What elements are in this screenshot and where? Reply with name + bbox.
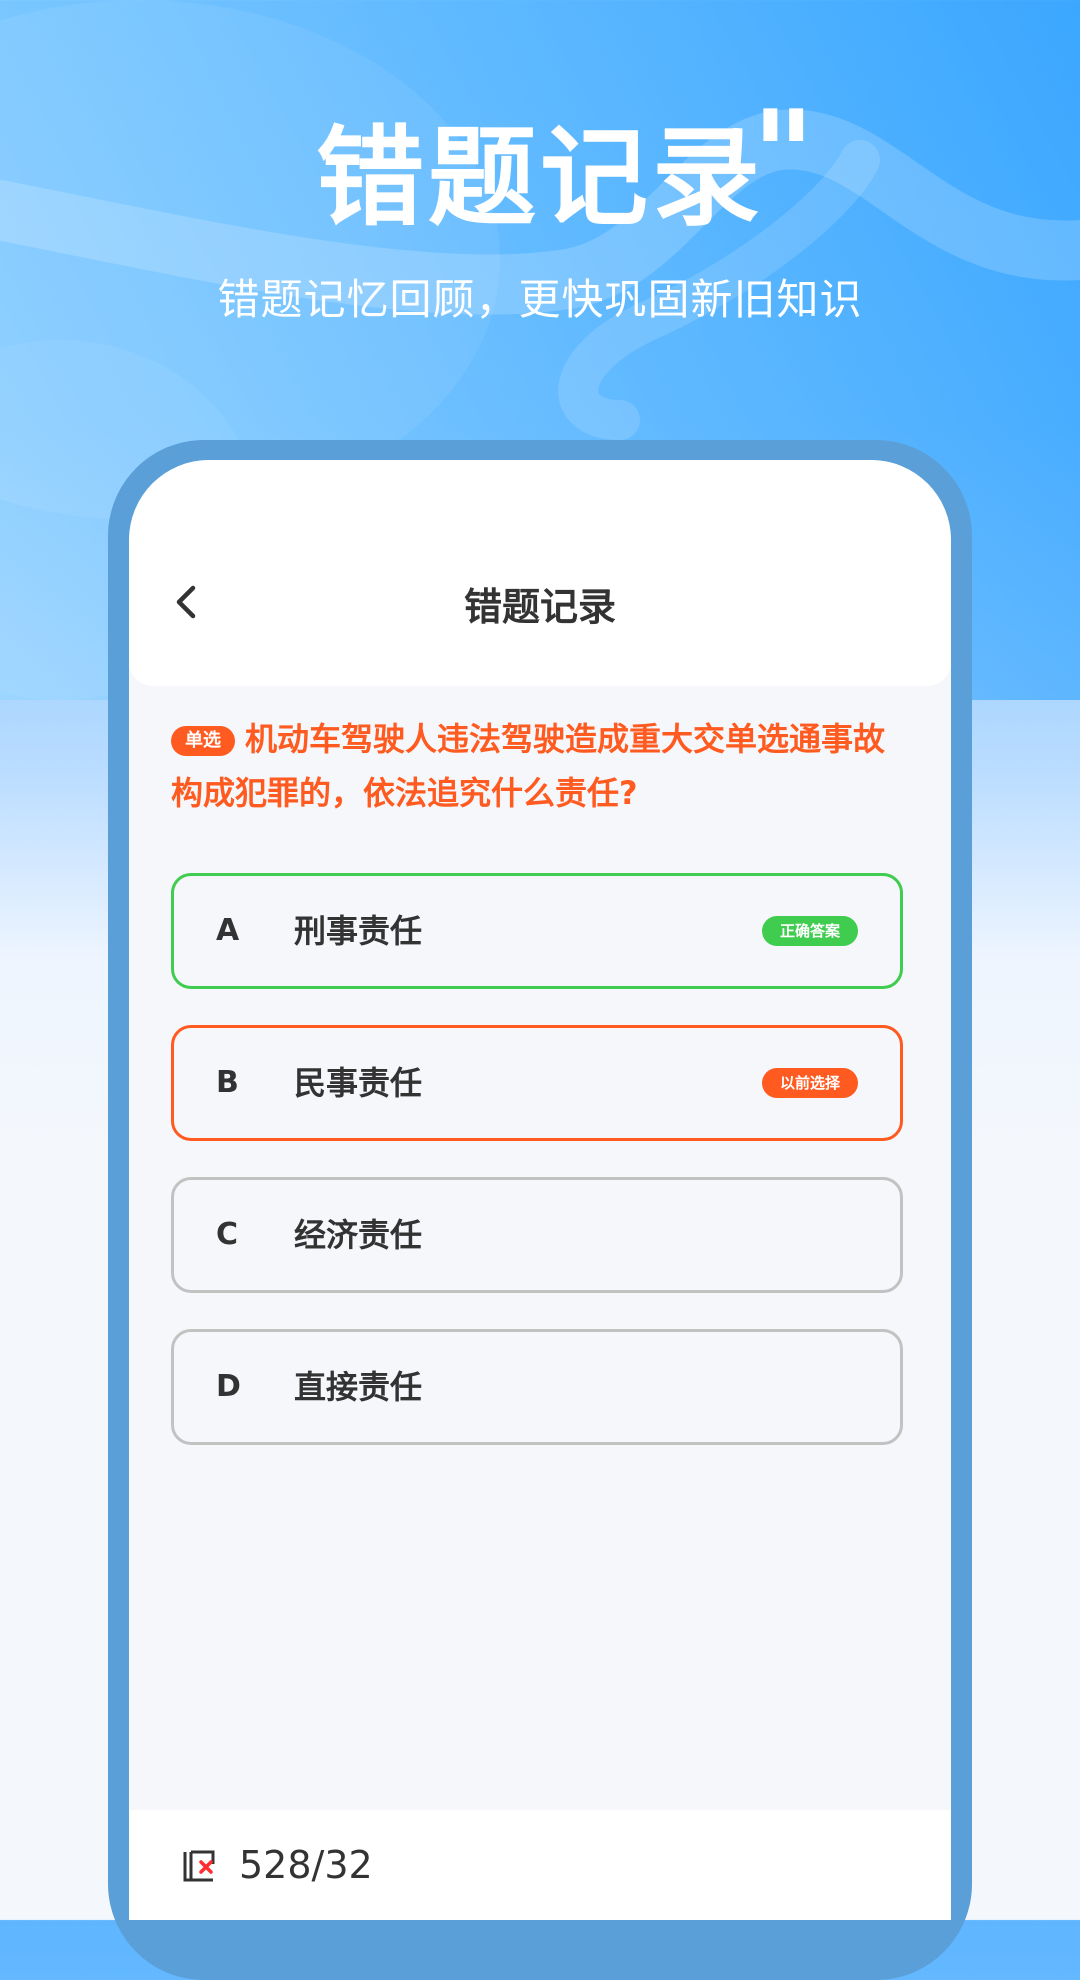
question-counter: 528/32 [239,1843,373,1887]
phone-screen: 错题记录 单选 机动车驾驶人违法驾驶造成重大交单选通事故构成犯罪的，依法追究什么责… [129,460,951,1920]
option-letter: A [216,913,240,948]
correct-answer-badge: 正确答案 [761,916,858,946]
question-type-badge: 单选 [171,726,235,756]
nav-bar: 错题记录 [129,460,951,686]
hero-quote-mark: " [752,86,815,225]
option-text: 刑事责任 [294,912,423,950]
option-text: 经济责任 [294,1216,423,1254]
option-letter: B [216,1065,239,1100]
option-letter: D [216,1369,241,1404]
previous-choice-badge: 以前选择 [761,1068,858,1098]
option-b[interactable]: B 民事责任 以前选择 [171,1025,903,1141]
option-c[interactable]: C 经济责任 [171,1177,903,1293]
wrong-book-icon[interactable] [181,1848,217,1884]
bottom-bar: 528/32 [129,1810,951,1920]
hero-subtitle: 错题记忆回顾，更快巩固新旧知识 [217,275,863,324]
question-text-block: 单选 机动车驾驶人违法驾驶造成重大交单选通事故构成犯罪的，依法追究什么责任? [171,712,911,820]
option-a[interactable]: A 刑事责任 正确答案 [171,873,903,989]
hero-title: 错题记录 [315,116,764,241]
option-text: 直接责任 [294,1368,423,1406]
page-title: 错题记录 [463,585,616,629]
option-d[interactable]: D 直接责任 [171,1329,903,1445]
question-text: 机动车驾驶人违法驾驶造成重大交单选通事故构成犯罪的，依法追究什么责任? [171,720,886,812]
option-letter: C [216,1217,239,1252]
option-text: 民事责任 [294,1064,423,1102]
